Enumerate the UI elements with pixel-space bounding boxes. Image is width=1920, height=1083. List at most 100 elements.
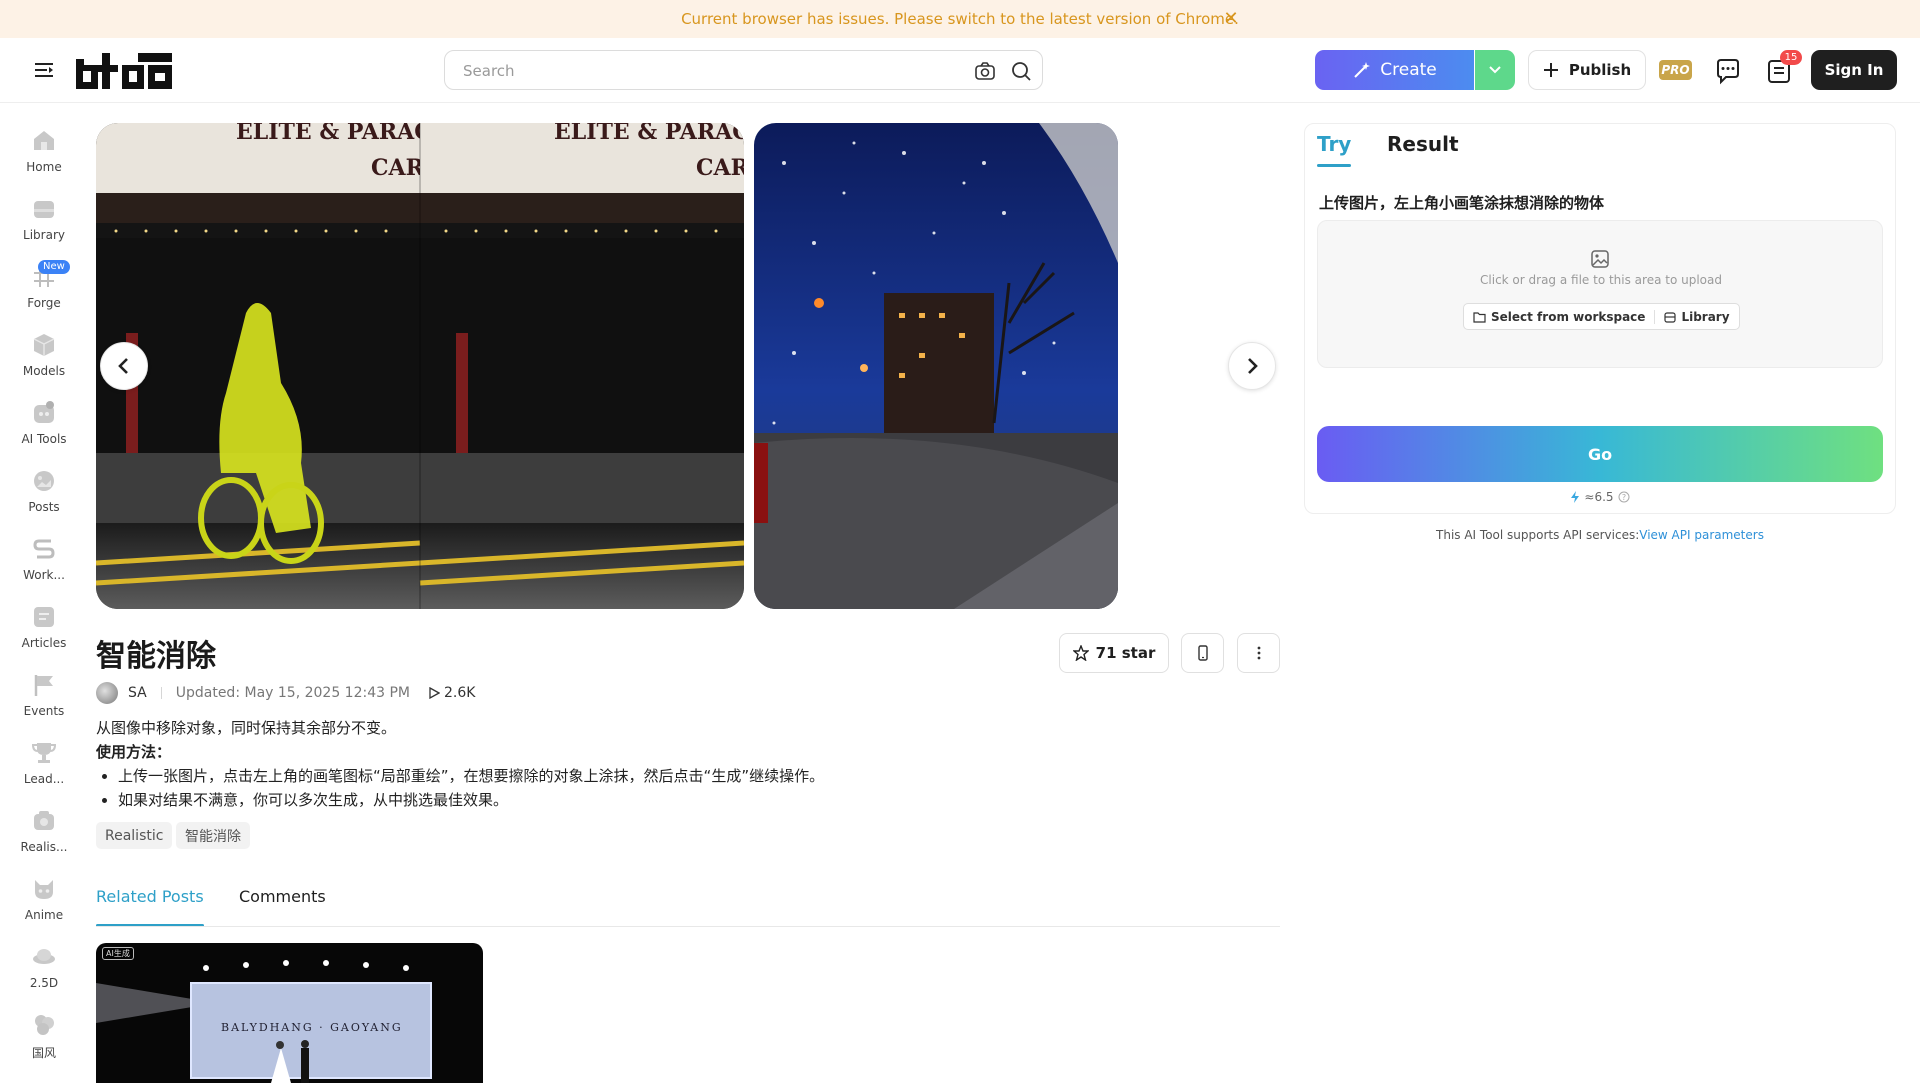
svg-text:CARO: CARO (696, 155, 744, 181)
related-post-card[interactable]: BALYDHANG · GAOYANG AI生成 (96, 943, 483, 1083)
tab-result[interactable]: Result (1387, 132, 1459, 156)
go-button[interactable]: Go (1317, 426, 1883, 482)
select-workspace-label: Select from workspace (1491, 309, 1646, 324)
active-tab-indicator (1317, 164, 1351, 167)
tabs-divider (96, 926, 1280, 927)
close-icon[interactable]: ✕ (1221, 9, 1241, 29)
publish-button[interactable]: Publish (1528, 50, 1646, 90)
tab-try[interactable]: Try (1317, 132, 1351, 156)
menu-icon[interactable] (33, 59, 55, 81)
svg-text:BALYDHANG · GAOYANG: BALYDHANG · GAOYANG (221, 1021, 403, 1034)
view-api-parameters-link[interactable]: View API parameters (1639, 528, 1764, 542)
sidebar-item-ai-tools[interactable]: AI Tools (4, 396, 84, 458)
library-icon (1664, 311, 1677, 323)
magic-wand-icon (1354, 62, 1371, 78)
search-bar (444, 50, 1043, 90)
articles-icon (34, 607, 54, 627)
carousel-prev-button[interactable] (100, 342, 148, 390)
events-icon (34, 675, 53, 696)
list-item: 如果对结果不满意，你可以多次生成，从中挑选最佳效果。 (118, 788, 824, 812)
sidebar-item-events[interactable]: Events (4, 668, 84, 730)
ai-generated-label: AI生成 (102, 947, 134, 960)
phone-icon (1197, 645, 1208, 661)
top-header: Create Publish PRO 15 Sign In (0, 38, 1920, 103)
author-name[interactable]: SA (128, 685, 147, 701)
models-icon (33, 334, 55, 356)
banner-text: Current browser has issues. Please switc… (681, 10, 1239, 28)
create-dropdown-button[interactable] (1475, 50, 1515, 90)
star-button[interactable]: 71 star (1059, 633, 1169, 673)
image-icon (1591, 250, 1609, 268)
sidebar-item-library[interactable]: Library (4, 192, 84, 254)
avatar[interactable] (96, 682, 118, 704)
mobile-view-button[interactable] (1181, 633, 1224, 673)
api-info: This AI Tool supports API services:View … (1304, 528, 1896, 542)
leaderboard-icon (31, 743, 57, 763)
sidebar-item-forge[interactable]: Forge New (4, 260, 84, 322)
pro-badge[interactable]: PRO (1659, 60, 1692, 80)
camera-search-icon[interactable] (974, 60, 996, 82)
select-from-workspace-button[interactable]: Select from workspace (1464, 304, 1654, 329)
posts-icon (34, 471, 54, 491)
view-count: 2.6K (428, 685, 475, 701)
sidebar-item-guofeng[interactable]: 国风 (4, 1008, 84, 1070)
create-button[interactable]: Create (1315, 50, 1474, 90)
ai-tools-icon (34, 401, 54, 423)
carousel-image-snow-street[interactable] (754, 123, 1118, 609)
upload-dropzone[interactable]: Click or drag a file to this area to upl… (1317, 220, 1883, 368)
folder-icon (1473, 311, 1486, 323)
home-icon (34, 131, 54, 150)
view-count-value: 2.6K (444, 685, 476, 701)
usage-list: 上传一张图片，点击左上角的画笔图标“局部重绘”，在想要擦除的对象上涂抹，然后点击… (96, 764, 824, 812)
sidebar-item-realistic[interactable]: Realis... (4, 804, 84, 866)
chat-icon[interactable] (1714, 57, 1742, 85)
star-label: 71 star (1095, 644, 1156, 662)
sidebar-item-label: Posts (28, 500, 60, 514)
tag-realistic[interactable]: Realistic (96, 822, 173, 849)
usage-heading: 使用方法： (96, 743, 172, 761)
sidebar-item-2-5d[interactable]: 2.5D (4, 940, 84, 1002)
guofeng-icon (35, 1015, 54, 1035)
sidebar-item-workflow[interactable]: Work... (4, 532, 84, 594)
sidebar-item-anime[interactable]: Anime (4, 872, 84, 934)
sidebar-item-posts[interactable]: Posts (4, 464, 84, 526)
carousel-next-button[interactable] (1228, 342, 1276, 390)
tab-comments[interactable]: Comments (239, 887, 326, 906)
publish-label: Publish (1568, 61, 1632, 79)
svg-text:?: ? (1621, 493, 1625, 502)
tag-smart-erase[interactable]: 智能消除 (176, 822, 250, 849)
sidebar-item-label: Events (23, 704, 65, 718)
description: 从图像中移除对象，同时保持其余部分不变。 使用方法： 上传一张图片，点击左上角的… (96, 716, 824, 812)
sidebar-item-home[interactable]: Home (4, 124, 84, 186)
carousel-image-before-after[interactable]: ELITE & PARACHU CARO ELITE & PARACHU CAR… (96, 123, 744, 609)
sidebar-item-label: AI Tools (21, 432, 67, 446)
upload-instruction: 上传图片，左上角小画笔涂抹想消除的物体 (1319, 194, 1605, 212)
help-icon[interactable]: ? (1618, 491, 1630, 503)
sidebar-item-label: 国风 (31, 1046, 56, 1060)
library-label: Library (1681, 309, 1730, 324)
chevron-left-icon (118, 358, 128, 374)
more-options-button[interactable] (1237, 633, 1280, 673)
star-icon (1072, 645, 1089, 661)
library-icon (34, 201, 54, 218)
create-label: Create (1380, 60, 1437, 80)
upload-hint: Click or drag a file to this area to upl… (1480, 273, 1722, 287)
sidebar-item-models[interactable]: Models (4, 328, 84, 390)
tool-panel: Try Result 上传图片，左上角小画笔涂抹想消除的物体 Click or … (1304, 123, 1896, 514)
sidebar-item-label: Library (23, 228, 65, 242)
sidebar-item-leaderboard[interactable]: Lead... (4, 736, 84, 798)
post-meta: SA Updated: May 15, 2025 12:43 PM 2.6K (96, 681, 475, 705)
tab-related-posts[interactable]: Related Posts (96, 887, 204, 906)
logo[interactable] (76, 51, 172, 91)
2-5d-icon (33, 949, 55, 964)
library-button[interactable]: Library (1655, 304, 1738, 329)
sign-in-button[interactable]: Sign In (1811, 50, 1897, 90)
search-input[interactable] (463, 60, 943, 82)
sidebar-item-label: Realis... (20, 840, 68, 854)
description-text: 从图像中移除对象，同时保持其余部分不变。 (96, 719, 397, 737)
lightning-icon (1571, 491, 1580, 503)
search-icon[interactable] (1010, 60, 1032, 82)
realistic-icon (34, 811, 54, 830)
sidebar-item-articles[interactable]: Articles (4, 600, 84, 662)
sidebar-item-label: Work... (23, 568, 65, 582)
